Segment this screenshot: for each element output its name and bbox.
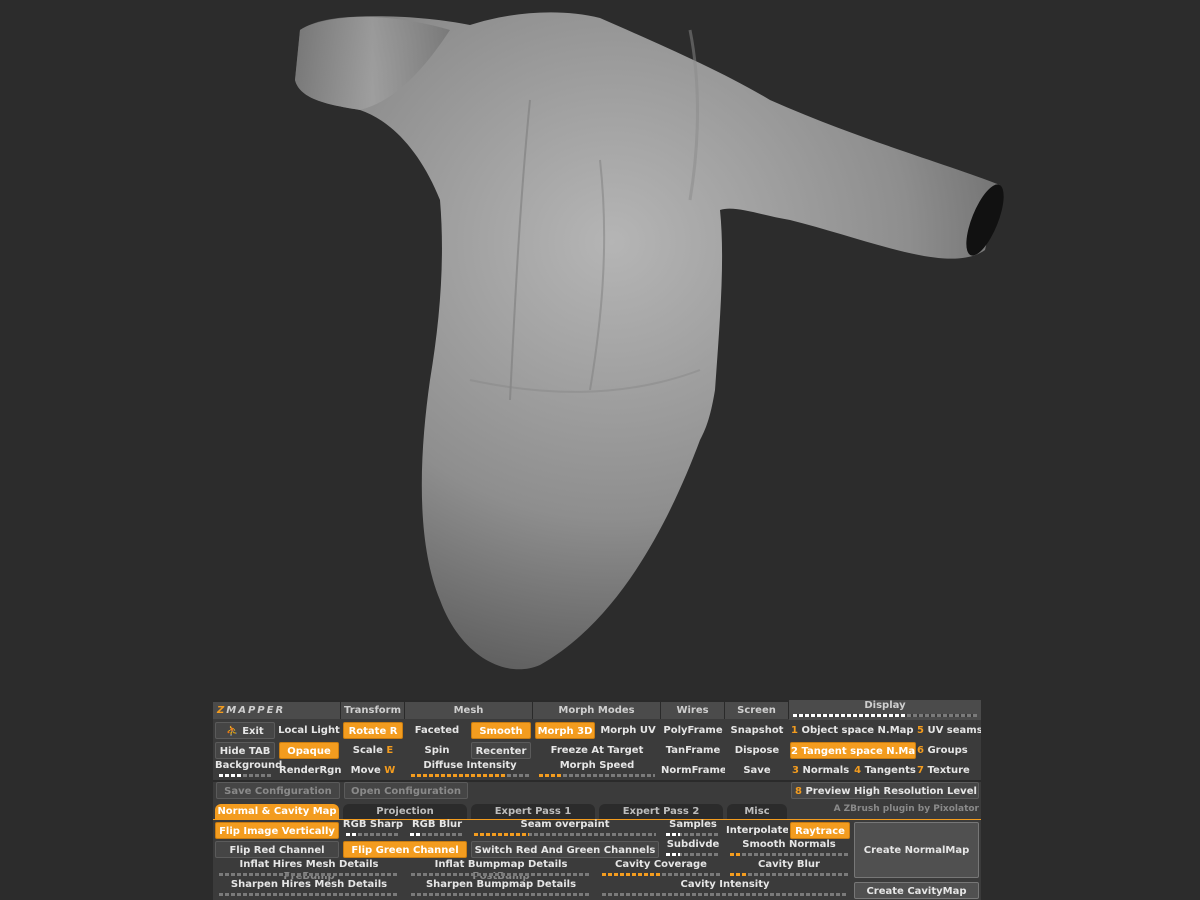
preview-high-res-button[interactable]: 8 Preview High Resolution Level [791, 782, 979, 799]
tab-expert-pass-2[interactable]: Expert Pass 2 [599, 804, 723, 819]
groups-button[interactable]: 6 Groups [917, 742, 981, 759]
smooth-normals-slider[interactable]: Smooth Normals [726, 839, 852, 859]
sharpen-bumpmap-label: Sharpen Bumpmap Details [425, 879, 577, 890]
tangent-space-nmap-button[interactable]: 2 Tangent space N.Map [790, 742, 916, 759]
zbrush-figure-icon: ⛹ [226, 726, 243, 737]
samples-slider[interactable]: Samples [662, 819, 724, 839]
tab-misc[interactable]: Misc [727, 804, 787, 819]
rgb-sharp-label: RGB Sharp [342, 819, 404, 830]
interpolate-toggle[interactable]: Interpolate [726, 822, 788, 839]
rgb-blur-label: RGB Blur [411, 819, 463, 830]
subdivide-label: Subdivde [666, 839, 720, 850]
samples-label: Samples [669, 819, 717, 830]
tab-expert-pass-1[interactable]: Expert Pass 1 [471, 804, 595, 819]
cavity-intensity-label: Cavity Intensity [680, 879, 770, 890]
sharpen-hires-label: Sharpen Hires Mesh Details [230, 879, 388, 890]
inflat-bumpmap-slider[interactable]: Inflat Bumpmap Details PostBump [407, 859, 595, 882]
normals-button[interactable]: 3 Normals [790, 762, 852, 779]
transform-header: Transform [341, 702, 405, 719]
save-button[interactable]: Save [725, 762, 789, 779]
opaque-button[interactable]: Opaque [279, 742, 339, 759]
diffuse-intensity-slider[interactable]: Diffuse Intensity [407, 760, 533, 780]
rgb-blur-slider[interactable]: RGB Blur [406, 819, 468, 839]
plugin-credit: A ZBrush plugin by Pixolator [833, 804, 979, 814]
zmapper-panel: ZMAPPER Transform Mesh Morph Modes Wires… [213, 700, 981, 900]
smooth-normals-label: Smooth Normals [742, 839, 836, 850]
tab-normal-cavity-map[interactable]: Normal & Cavity Map [215, 804, 339, 819]
display-slider[interactable]: Display [789, 700, 981, 720]
morph-uv-toggle[interactable]: Morph UV [597, 722, 659, 739]
tab-projection[interactable]: Projection [343, 804, 467, 819]
morph-modes-header: Morph Modes [533, 702, 661, 719]
snapshot-button[interactable]: Snapshot [725, 722, 789, 739]
normframe-toggle[interactable]: NormFrame [661, 762, 725, 779]
morph-3d-button[interactable]: Morph 3D [535, 722, 595, 739]
raytrace-button[interactable]: Raytrace [790, 822, 850, 839]
seam-overpaint-label: Seam overpaint [520, 819, 610, 830]
sharpen-bumpmap-slider[interactable]: Sharpen Bumpmap Details [407, 879, 595, 899]
flip-green-channel-button[interactable]: Flip Green Channel [343, 841, 467, 858]
dispose-button[interactable]: Dispose [725, 742, 789, 759]
screen-header: Screen [725, 702, 789, 719]
save-configuration-button[interactable]: Save Configuration [216, 782, 340, 799]
rotate-button[interactable]: Rotate R [343, 722, 403, 739]
uv-seams-button[interactable]: 5 UV seams [917, 722, 981, 739]
render-rgn-button[interactable]: RenderRgn [279, 762, 341, 779]
local-light-toggle[interactable]: Local Light [277, 722, 341, 739]
create-cavitymap-button[interactable]: Create CavityMap [854, 882, 979, 899]
3d-viewport[interactable] [0, 0, 1200, 700]
polyframe-toggle[interactable]: PolyFrame [661, 722, 725, 739]
cavity-coverage-slider[interactable]: Cavity Coverage [598, 859, 724, 879]
tangents-button[interactable]: 4 Tangents [853, 762, 917, 779]
flip-image-vertically-button[interactable]: Flip Image Vertically [215, 822, 339, 839]
create-normalmap-button[interactable]: Create NormalMap [854, 822, 979, 878]
flip-red-channel-button[interactable]: Flip Red Channel [215, 841, 339, 858]
freeze-at-target-button[interactable]: Freeze At Target [535, 742, 659, 759]
subdivide-slider[interactable]: Subdivde [662, 839, 724, 859]
shirt-model [295, 12, 1004, 670]
display-label: Display [864, 700, 906, 711]
recenter-button[interactable]: Recenter [471, 742, 531, 759]
tanframe-toggle[interactable]: TanFrame [661, 742, 725, 759]
seam-overpaint-slider[interactable]: Seam overpaint [470, 819, 660, 839]
cavity-coverage-label: Cavity Coverage [615, 859, 707, 870]
sharpen-hires-slider[interactable]: Sharpen Hires Mesh Details [215, 879, 403, 899]
cavity-intensity-slider[interactable]: Cavity Intensity [598, 879, 852, 899]
background-label: Background [215, 760, 283, 771]
inflat-bumpmap-label: Inflat Bumpmap Details [434, 859, 568, 870]
exit-button[interactable]: ⛹ Exit [215, 722, 275, 739]
inflat-hires-label: Inflat Hires Mesh Details [239, 859, 379, 870]
object-space-nmap-button[interactable]: 1 Object space N.Map [789, 722, 915, 739]
zmapper-title: ZMAPPER [213, 702, 341, 719]
rgb-sharp-slider[interactable]: RGB Sharp [342, 819, 404, 839]
morph-speed-slider[interactable]: Morph Speed [535, 760, 659, 780]
hide-tab-button[interactable]: Hide TAB [215, 742, 275, 759]
wires-header: Wires [661, 702, 725, 719]
diffuse-intensity-label: Diffuse Intensity [423, 760, 517, 771]
background-slider[interactable]: Background [215, 760, 283, 780]
mesh-header: Mesh [405, 702, 533, 719]
inflat-hires-slider[interactable]: Inflat Hires Mesh Details PreBump [215, 859, 403, 882]
switch-red-green-button[interactable]: Switch Red And Green Channels [471, 841, 659, 858]
morph-speed-label: Morph Speed [559, 760, 635, 771]
cavity-blur-label: Cavity Blur [758, 859, 820, 870]
faceted-toggle[interactable]: Faceted [407, 722, 467, 739]
scale-button[interactable]: Scale E [343, 742, 403, 759]
cavity-blur-slider[interactable]: Cavity Blur [726, 859, 852, 879]
move-button[interactable]: Move W [343, 762, 403, 779]
spin-toggle[interactable]: Spin [407, 742, 467, 759]
smooth-button[interactable]: Smooth [471, 722, 531, 739]
open-configuration-button[interactable]: Open Configuration [344, 782, 468, 799]
texture-button[interactable]: 7 Texture [917, 762, 981, 779]
